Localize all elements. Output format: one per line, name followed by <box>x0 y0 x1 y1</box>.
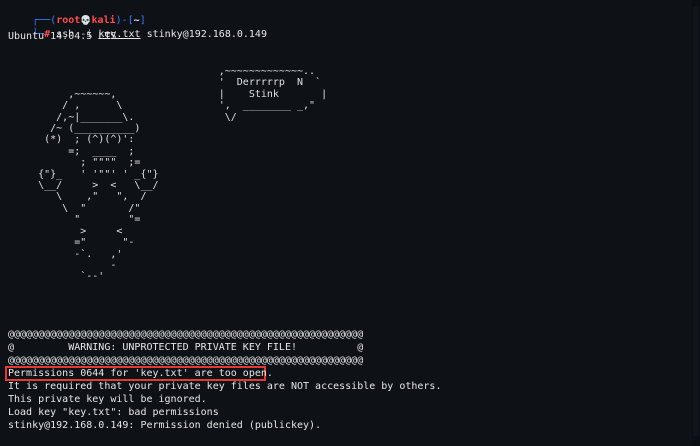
output-denied-line: stinky@192.168.0.149: Permission denied … <box>8 420 322 431</box>
output-ignored-line: This private key will be ignored. <box>8 394 207 405</box>
terminal-window[interactable]: ┌──(root💀kali)-[~] └─# ssh -i key.txt st… <box>0 0 700 446</box>
terminal-scrollbar[interactable] <box>692 0 700 446</box>
output-load-key-line: Load key "key.txt": bad permissions <box>8 407 219 418</box>
output-required-line: It is required that your private key fil… <box>8 381 442 392</box>
warning-border-top: @@@@@@@@@@@@@@@@@@@@@@@@@@@@@@@@@@@@@@@@… <box>8 329 364 340</box>
ascii-art-banner: ,~~~~~~~~~~~~~.. ' Derrrrrp N ` ,~~~~~~,… <box>38 66 328 283</box>
ssh-banner: Ubuntu 14.04.5 LTS <box>8 31 117 42</box>
output-permissions-line: Permissions 0644 for 'key.txt' are too o… <box>8 368 273 379</box>
scrollbar-thumb[interactable] <box>693 6 699 436</box>
warning-title: @ WARNING: UNPROTECTED PRIVATE KEY FILE!… <box>8 342 364 353</box>
prompt-line-top: ┌──(root💀kali)-[~] <box>8 3 146 26</box>
cmd-target: stinky@192.168.0.149 <box>146 29 267 40</box>
command-line[interactable]: └─# ssh -i key.txt stinky@192.168.0.149 <box>8 17 267 40</box>
